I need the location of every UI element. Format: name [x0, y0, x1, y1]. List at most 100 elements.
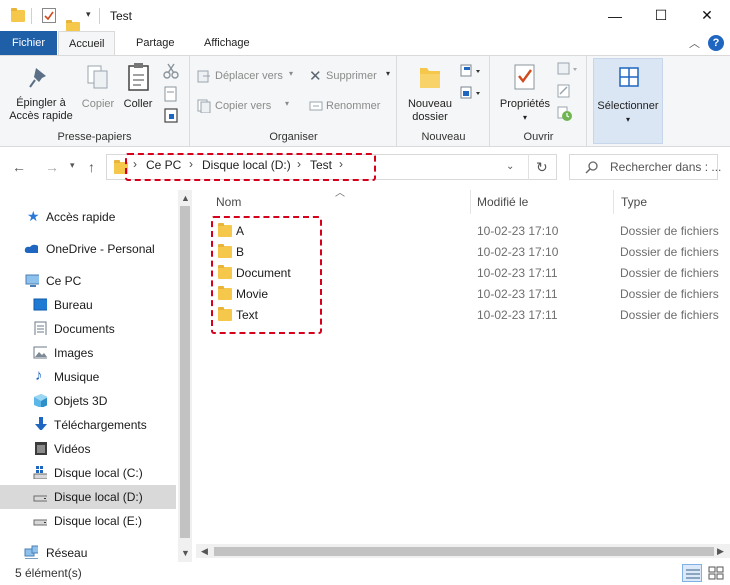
large-icons-view-button[interactable] — [706, 564, 726, 582]
nav-item-images[interactable]: Images — [0, 341, 176, 365]
file-type: Dossier de fichiers — [620, 224, 719, 238]
search-icon — [585, 161, 598, 174]
video-icon — [35, 442, 47, 455]
new-item-icon[interactable] — [460, 64, 482, 78]
rename-button[interactable]: Renommer — [309, 98, 393, 116]
open-icon[interactable] — [557, 62, 579, 76]
nav-item-telechargements[interactable]: Téléchargements — [0, 413, 176, 437]
tab-accueil[interactable]: Accueil — [58, 31, 116, 56]
nav-item-quick-access[interactable]: ★ Accès rapide — [0, 205, 176, 229]
cut-icon[interactable] — [163, 63, 179, 79]
customize-quick-access-icon[interactable]: ▾ — [86, 9, 91, 27]
chevron-down-icon: ▾ — [522, 113, 527, 122]
copy-button[interactable]: Copier — [78, 56, 118, 130]
rename-label: Renommer — [326, 100, 381, 112]
nav-item-reseau[interactable]: Réseau — [0, 541, 176, 565]
details-view-icon — [686, 569, 700, 579]
select-label: Sélectionner — [597, 100, 659, 112]
minimize-button[interactable]: — — [592, 0, 638, 31]
nav-label: Vidéos — [54, 442, 91, 456]
copy-to-button[interactable]: Copier vers ▾ — [197, 98, 297, 116]
forward-arrow-icon[interactable]: → — [45, 159, 59, 175]
column-divider[interactable] — [470, 190, 471, 214]
collapse-ribbon-icon[interactable]: ︿ — [689, 35, 700, 51]
tab-affichage[interactable]: Affichage — [194, 31, 260, 55]
nav-label: Objets 3D — [54, 394, 108, 408]
new-folder-button[interactable]: Nouveau dossier — [400, 56, 460, 130]
divider — [99, 8, 100, 24]
large-icons-view-icon — [708, 566, 724, 580]
nav-label: Réseau — [46, 546, 88, 560]
nav-item-disque-c[interactable]: Disque local (C:) — [0, 461, 176, 485]
documents-icon — [34, 321, 47, 335]
select-grid-icon — [619, 67, 639, 87]
nav-label: Bureau — [54, 298, 93, 312]
nav-label: Disque local (C:) — [54, 466, 143, 480]
nav-scrollbar-thumb[interactable] — [180, 206, 190, 538]
column-header-modified[interactable]: Modifié le — [477, 195, 528, 209]
nav-label: Accès rapide — [46, 210, 116, 224]
scroll-right-icon[interactable]: ▶ — [717, 546, 724, 557]
refresh-icon[interactable]: ↻ — [536, 159, 548, 176]
tab-fichier[interactable]: Fichier — [0, 31, 57, 55]
nav-item-videos[interactable]: Vidéos — [0, 437, 176, 461]
copy-path-icon[interactable] — [163, 86, 179, 102]
search-input[interactable]: Rechercher dans : ... — [610, 160, 721, 174]
properties-button[interactable]: Propriétés ▾ — [493, 56, 555, 130]
pin-label-line2: Accès rapide — [9, 110, 73, 122]
sort-ascending-icon: ︿ — [335, 188, 345, 199]
nav-item-ce-pc[interactable]: Ce PC — [0, 269, 176, 293]
delete-label: Supprimer — [326, 70, 377, 82]
copy-icon — [87, 65, 108, 89]
cube-icon — [34, 394, 47, 407]
drive-icon — [33, 466, 47, 479]
divider — [31, 8, 32, 24]
nav-item-musique[interactable]: ♪ Musique — [0, 365, 176, 389]
column-divider[interactable] — [613, 190, 614, 214]
column-header-name[interactable]: Nom — [216, 195, 241, 209]
content-scrollbar-thumb[interactable] — [214, 547, 714, 556]
move-to-icon — [197, 70, 210, 83]
tab-partage[interactable]: Partage — [126, 31, 185, 55]
recent-locations-icon[interactable]: ▾ — [70, 160, 75, 171]
address-dropdown-icon[interactable]: ⌄ — [506, 161, 514, 172]
select-button[interactable]: Sélectionner ▾ — [593, 58, 663, 144]
properties-quick-icon[interactable] — [42, 8, 56, 23]
file-type: Dossier de fichiers — [620, 266, 719, 280]
chevron-down-icon: ▾ — [386, 69, 391, 78]
details-view-button[interactable] — [682, 564, 702, 582]
nav-item-disque-e[interactable]: Disque local (E:) — [0, 509, 176, 533]
history-icon[interactable] — [557, 106, 573, 122]
file-modified: 10-02-23 17:11 — [477, 266, 558, 280]
file-type: Dossier de fichiers — [620, 308, 719, 322]
nav-item-objets-3d[interactable]: Objets 3D — [0, 389, 176, 413]
nav-item-bureau[interactable]: Bureau — [0, 293, 176, 317]
easy-access-icon[interactable] — [460, 86, 482, 100]
new-folder-label-line1: Nouveau — [407, 98, 453, 110]
scroll-down-icon[interactable]: ▼ — [181, 548, 190, 558]
nav-item-onedrive[interactable]: OneDrive - Personal — [0, 237, 176, 261]
group-new: Nouveau dossier Nouveau — [398, 56, 490, 146]
properties-icon — [514, 64, 535, 90]
paste-button[interactable]: Coller — [120, 56, 156, 130]
edit-icon[interactable] — [557, 84, 571, 98]
column-header-type[interactable]: Type — [621, 195, 647, 209]
file-modified: 10-02-23 17:10 — [477, 245, 559, 259]
nav-label: Images — [54, 346, 94, 360]
delete-button[interactable]: ✕ Supprimer ▾ — [309, 68, 393, 86]
nav-item-documents[interactable]: Documents — [0, 317, 176, 341]
help-icon[interactable]: ? — [708, 35, 724, 51]
computer-icon — [25, 274, 39, 287]
close-button[interactable]: ✕ — [684, 0, 730, 31]
title-bar: ▾ Test — ☐ ✕ — [0, 0, 730, 34]
scroll-up-icon[interactable]: ▲ — [181, 193, 190, 203]
pin-quick-access-button[interactable]: Épingler à Accès rapide — [0, 56, 74, 130]
scroll-left-icon[interactable]: ◀ — [201, 546, 208, 557]
nav-label: Disque local (E:) — [54, 514, 143, 528]
nav-item-disque-d[interactable]: Disque local (D:) — [0, 485, 176, 509]
move-to-button[interactable]: Déplacer vers ▾ — [197, 68, 297, 86]
back-arrow-icon[interactable]: ← — [12, 159, 26, 175]
maximize-button[interactable]: ☐ — [638, 0, 684, 31]
up-arrow-icon[interactable]: ↑ — [88, 159, 95, 175]
paste-shortcut-icon[interactable] — [163, 107, 179, 123]
